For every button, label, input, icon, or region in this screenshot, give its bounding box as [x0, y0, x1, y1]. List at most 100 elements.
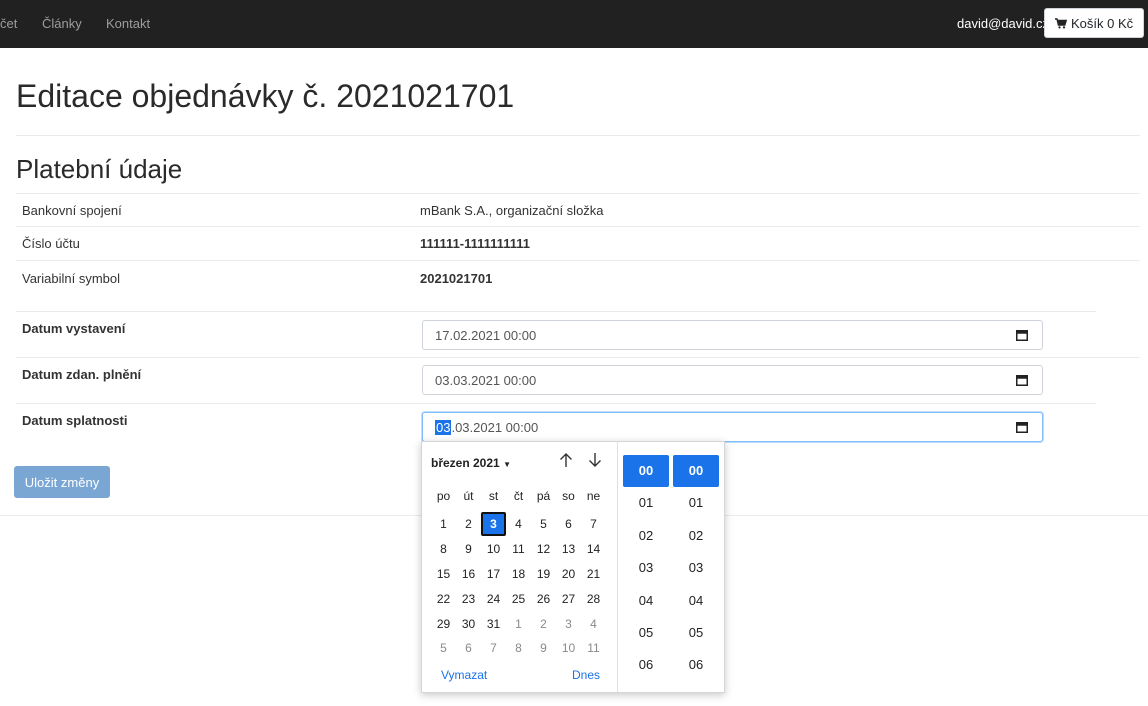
save-button[interactable]: Uložit změny [14, 466, 110, 498]
calendar-day[interactable]: 25 [506, 587, 531, 611]
weekday-header: čt [513, 489, 524, 503]
weekday-header: po [436, 489, 451, 503]
calendar-icon[interactable] [1016, 329, 1028, 341]
calendar-day[interactable]: 27 [556, 587, 581, 611]
form-bottom-divider [725, 515, 1148, 516]
vs-label: Variabilní symbol [22, 271, 121, 286]
issued-date-value: 17.02.2021 00:00 [435, 327, 537, 343]
weekday-header: pá [536, 489, 551, 503]
calendar-day-other-month[interactable]: 11 [581, 636, 606, 660]
form-bottom-divider [0, 515, 421, 516]
bank-label: Bankovní spojení [22, 203, 122, 218]
calendar-day[interactable]: 11 [506, 537, 531, 561]
title-divider [16, 135, 1140, 136]
hour-option[interactable]: 02 [623, 520, 669, 552]
calendar-day-other-month[interactable]: 4 [581, 612, 606, 636]
calendar-day[interactable]: 4 [506, 512, 531, 536]
calendar-day[interactable]: 2 [456, 512, 481, 536]
weekday-header: st [488, 489, 499, 503]
cart-button[interactable]: Košík 0 Kč [1044, 8, 1144, 38]
due-label: Datum splatnosti [22, 413, 128, 428]
taxable-label: Datum zdan. plnění [22, 367, 142, 382]
calendar-day[interactable]: 7 [581, 512, 606, 536]
calendar-day[interactable]: 1 [431, 512, 456, 536]
due-date-day-segment[interactable]: 03 [435, 419, 452, 435]
minute-option[interactable]: 05 [673, 617, 719, 649]
taxable-date-input[interactable]: 03.03.2021 00:00 [422, 365, 1043, 395]
calendar-day[interactable]: 9 [456, 537, 481, 561]
calendar-day[interactable]: 3 [481, 512, 506, 536]
calendar-day-other-month[interactable]: 5 [431, 636, 456, 660]
weekday-header: ne [586, 489, 601, 503]
form-divider [16, 357, 1140, 358]
calendar-day[interactable]: 26 [531, 587, 556, 611]
calendar-day[interactable]: 18 [506, 562, 531, 586]
calendar-icon[interactable] [1016, 421, 1028, 433]
table-divider [16, 226, 1140, 227]
account-value: 111111-1111111111 [420, 236, 530, 251]
calendar-day[interactable]: 24 [481, 587, 506, 611]
issued-date-input[interactable]: 17.02.2021 00:00 [422, 320, 1043, 350]
calendar-day[interactable]: 17 [481, 562, 506, 586]
section-title: Platební údaje [16, 154, 183, 184]
user-email[interactable]: david@david.cz [957, 16, 1049, 31]
calendar-day[interactable]: 14 [581, 537, 606, 561]
hour-option[interactable]: 01 [623, 487, 669, 519]
hour-option[interactable]: 06 [623, 649, 669, 681]
calendar-day[interactable]: 12 [531, 537, 556, 561]
calendar-day-other-month[interactable]: 3 [556, 612, 581, 636]
hour-option[interactable]: 05 [623, 617, 669, 649]
minute-option[interactable]: 03 [673, 552, 719, 584]
form-divider [16, 403, 1096, 404]
hour-option[interactable]: 00 [623, 455, 669, 487]
arrow-up-icon[interactable] [559, 452, 573, 468]
top-navbar: čet Články Kontakt david@david.cz Košík … [0, 0, 1148, 48]
minute-option[interactable]: 00 [673, 455, 719, 487]
hour-option[interactable]: 03 [623, 552, 669, 584]
table-divider [16, 260, 1140, 261]
calendar-day[interactable]: 13 [556, 537, 581, 561]
calendar-day[interactable]: 19 [531, 562, 556, 586]
calendar-day[interactable]: 30 [456, 612, 481, 636]
vs-value: 2021021701 [420, 271, 493, 286]
issued-label: Datum vystavení [22, 321, 126, 336]
due-date-input[interactable]: 03.03.2021 00:00 [422, 412, 1043, 442]
calendar-icon[interactable] [1016, 374, 1028, 386]
clear-button[interactable]: Vymazat [441, 668, 487, 682]
calendar-day[interactable]: 5 [531, 512, 556, 536]
calendar-day[interactable]: 10 [481, 537, 506, 561]
month-select[interactable]: březen 2021 ▼ [431, 456, 511, 470]
calendar-day-other-month[interactable]: 2 [531, 612, 556, 636]
calendar-day[interactable]: 20 [556, 562, 581, 586]
calendar-day[interactable]: 16 [456, 562, 481, 586]
calendar-day-other-month[interactable]: 6 [456, 636, 481, 660]
weekday-header: so [562, 489, 575, 503]
calendar-day[interactable]: 29 [431, 612, 456, 636]
calendar-day-other-month[interactable]: 8 [506, 636, 531, 660]
calendar-day[interactable]: 22 [431, 587, 456, 611]
calendar-day[interactable]: 8 [431, 537, 456, 561]
calendar-day-other-month[interactable]: 9 [531, 636, 556, 660]
form-divider [16, 311, 1096, 312]
nav-link-clanky[interactable]: Články [42, 16, 82, 31]
calendar-day[interactable]: 31 [481, 612, 506, 636]
table-divider [16, 193, 1140, 194]
calendar-day[interactable]: 21 [581, 562, 606, 586]
today-button[interactable]: Dnes [572, 668, 600, 682]
calendar-day[interactable]: 28 [581, 587, 606, 611]
nav-link-ucet[interactable]: čet [0, 16, 17, 31]
calendar-day[interactable]: 15 [431, 562, 456, 586]
hour-option[interactable]: 04 [623, 585, 669, 617]
calendar-day[interactable]: 6 [556, 512, 581, 536]
calendar-day-other-month[interactable]: 1 [506, 612, 531, 636]
minute-option[interactable]: 01 [673, 487, 719, 519]
picker-separator [617, 442, 618, 692]
minute-option[interactable]: 02 [673, 520, 719, 552]
calendar-day[interactable]: 23 [456, 587, 481, 611]
minute-option[interactable]: 06 [673, 649, 719, 681]
arrow-down-icon[interactable] [588, 452, 602, 468]
calendar-day-other-month[interactable]: 10 [556, 636, 581, 660]
calendar-day-other-month[interactable]: 7 [481, 636, 506, 660]
nav-link-kontakt[interactable]: Kontakt [106, 16, 150, 31]
minute-option[interactable]: 04 [673, 585, 719, 617]
